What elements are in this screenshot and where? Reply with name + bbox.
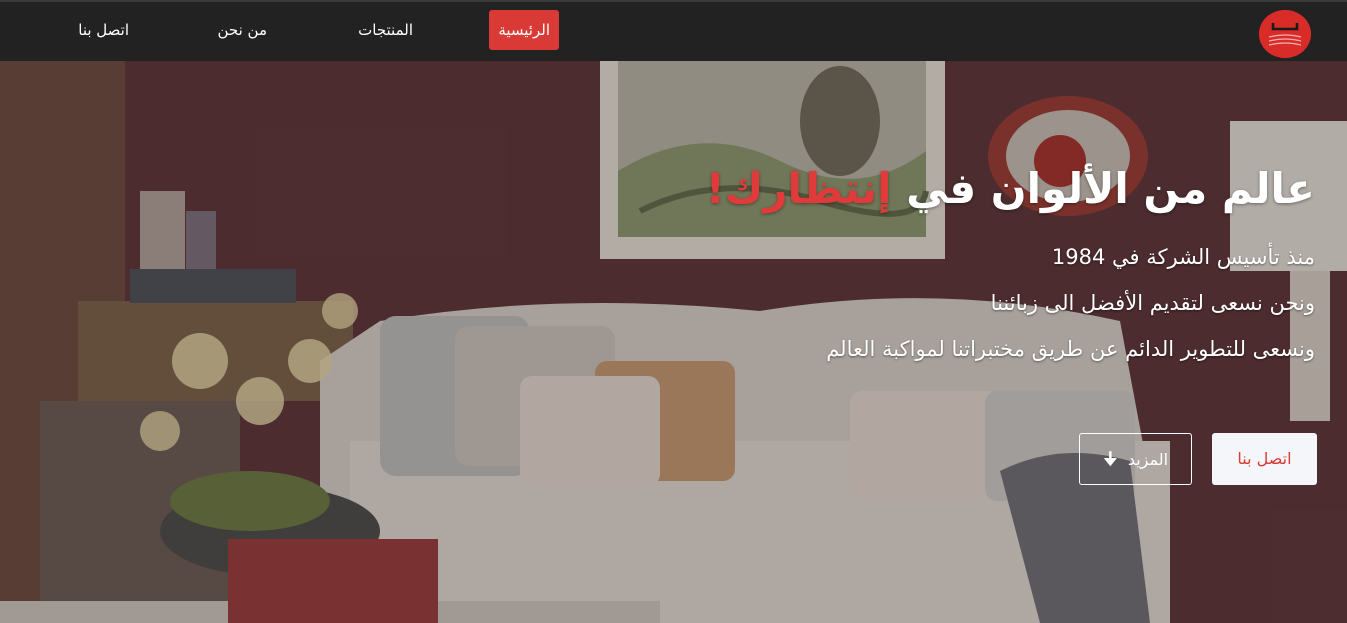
nav-about[interactable]: من نحن	[218, 10, 268, 50]
more-button-label: المزيد	[1127, 450, 1169, 469]
arrow-down-icon: 🠋	[1102, 449, 1118, 470]
hero-line-3: ونسعى للتطوير الدائم عن طريق مختبراتنا ل…	[826, 337, 1315, 361]
brand-logo[interactable]	[1259, 10, 1311, 58]
hero-line-2: ونحن نسعى لتقديم الأفضل الى زبائننا	[990, 291, 1315, 315]
hero-title-main: عالم من الألوان في	[891, 164, 1315, 213]
nav-home[interactable]: الرئيسية	[489, 10, 559, 50]
nav-contact[interactable]: اتصل بنا	[78, 10, 129, 50]
hero-line-1: منذ تأسيس الشركة في 1984	[1051, 245, 1315, 269]
hero-section: عالم من الألوان في إنتظارك! منذ تأسيس ال…	[0, 61, 1347, 623]
hero-content: عالم من الألوان في إنتظارك! منذ تأسيس ال…	[615, 161, 1315, 361]
contact-button[interactable]: اتصل بنا	[1212, 433, 1317, 485]
more-button[interactable]: المزيد 🠋	[1079, 433, 1192, 485]
navbar: الرئيسية المنتجات من نحن اتصل بنا	[0, 0, 1347, 61]
hero-title-accent: إنتظارك!	[705, 164, 892, 213]
hero-title: عالم من الألوان في إنتظارك!	[615, 161, 1315, 217]
nav-products[interactable]: المنتجات	[358, 10, 413, 50]
logo-mark-icon	[1259, 10, 1311, 58]
